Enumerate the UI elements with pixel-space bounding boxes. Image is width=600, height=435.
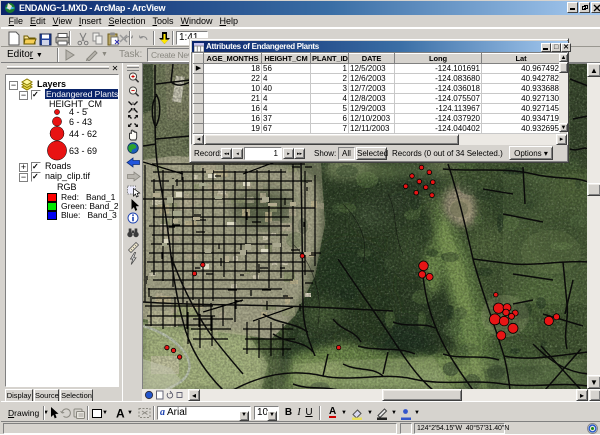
svg-text:A: A: [116, 407, 125, 421]
